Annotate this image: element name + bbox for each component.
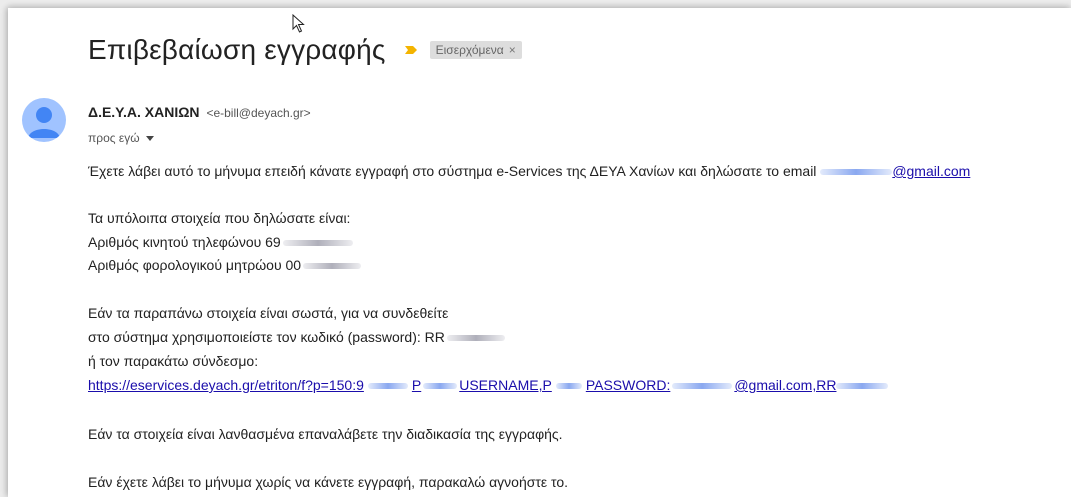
instructions-line-2: στο σύστημα χρησιμοποιείστε τον κωδικό (… [88,329,505,345]
login-link[interactable]: https://eservices.deyach.gr/etriton/f?p=… [88,377,889,393]
tax-label: Αριθμός φορολογικού μητρώου 00 [88,257,302,273]
login-link-part: https://eservices.deyach.gr/etriton/f?p=… [88,377,364,393]
sender-email: <e-bill@deyach.gr> [206,106,311,120]
intro-email-link[interactable]: @gmail.com [820,163,970,179]
email-view: Επιβεβαίωση εγγραφής Εισερχόμενα × Δ.Ε.Υ… [8,8,1071,497]
email-subject: Επιβεβαίωση εγγραφής [88,34,386,65]
login-link-part: USERNAME,P [459,377,552,393]
inbox-label-text: Εισερχόμενα [435,43,504,57]
inbox-label-chip[interactable]: Εισερχόμενα × [429,41,522,59]
chevron-down-icon [145,135,154,141]
redacted-mark [367,383,408,390]
redacted-mark [423,383,458,390]
wrong-details-line: Εάν τα στοιχεία είναι λανθασμένα επαναλά… [88,426,563,442]
intro-text: Έχετε λάβει αυτό το μήνυμα επειδή κάνατε… [88,163,821,179]
recipient-text: προς εγώ [88,131,140,145]
ignore-line: Εάν έχετε λάβει το μήνυμα χωρίς να κάνετ… [88,474,569,490]
instructions-line-3: ή τον παρακάτω σύνδεσμο: [88,353,259,369]
redacted-mark [820,169,893,176]
login-link-part: PASSWORD: [585,377,671,393]
recipient-details-toggle[interactable]: προς εγώ [88,131,154,145]
phone-line: Αριθμός κινητού τηλεφώνου 69 [88,234,353,250]
phone-label: Αριθμός κινητού τηλεφώνου 69 [88,234,281,250]
login-link-part: @gmail.com,RR [734,377,837,393]
tax-line: Αριθμός φορολογικού μητρώου 00 [88,257,362,273]
person-icon [28,107,60,138]
sender-name[interactable]: Δ.Ε.Υ.Α. ΧΑΝΙΩΝ [88,104,200,120]
redacted-mark [282,240,353,247]
importance-marker-icon[interactable] [404,43,418,57]
sender-line: Δ.Ε.Υ.Α. ΧΑΝΙΩΝ <e-bill@deyach.gr> [88,104,311,120]
instructions-line-1: Εάν τα παραπάνω στοιχεία είναι σωστά, γι… [88,305,449,321]
remove-label-button[interactable]: × [509,43,516,57]
redacted-mark [672,383,733,390]
subject-row: Επιβεβαίωση εγγραφής Εισερχόμενα × [88,30,522,70]
intro-line: Έχετε λάβει αυτό το μήνυμα επειδή κάνατε… [88,163,970,179]
redacted-mark [555,383,582,390]
redacted-mark [303,263,362,270]
sender-avatar[interactable] [22,98,66,142]
password-label: στο σύστημα χρησιμοποιείστε τον κωδικό (… [88,329,445,345]
login-link-part: P [411,377,422,393]
redacted-mark [836,383,889,390]
login-link-line: https://eservices.deyach.gr/etriton/f?p=… [88,377,889,393]
redacted-mark [446,335,505,342]
intro-email-domain: @gmail.com [892,163,971,179]
other-details-heading: Τα υπόλοιπα στοιχεία που δηλώσατε είναι: [88,210,351,226]
